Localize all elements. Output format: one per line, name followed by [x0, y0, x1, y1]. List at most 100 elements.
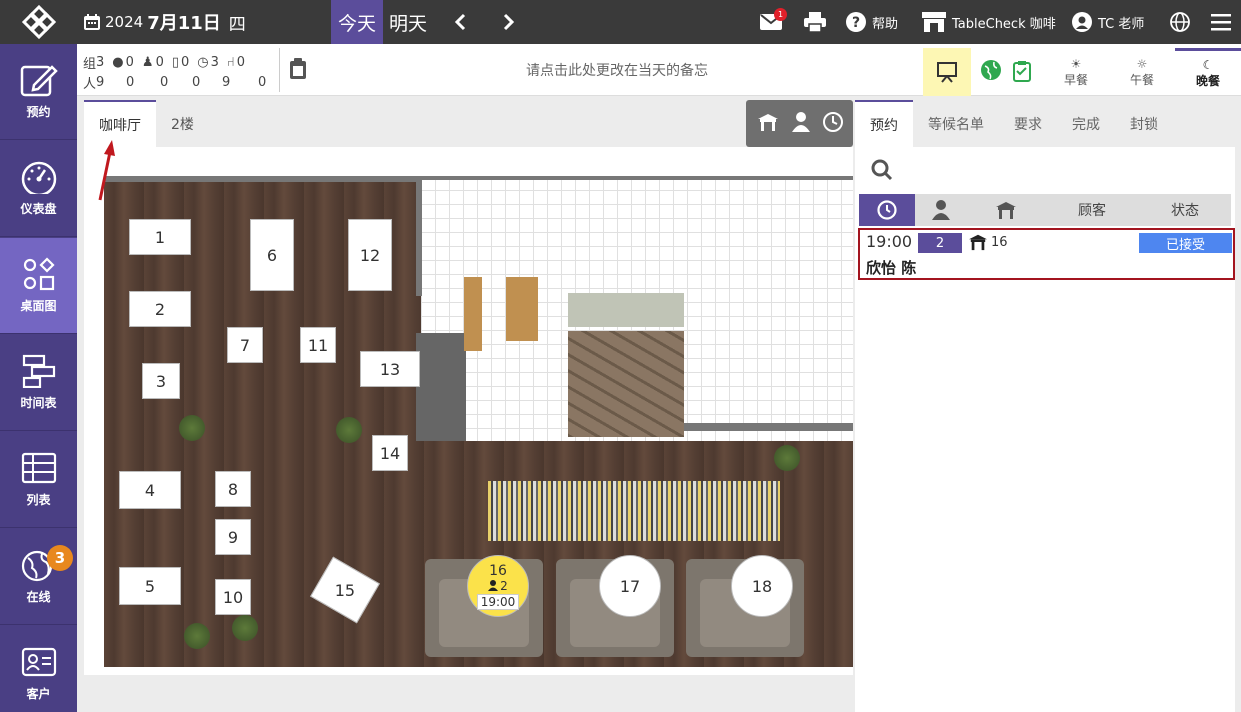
presentation-mode-button[interactable] — [923, 48, 971, 96]
table-number: 8 — [227, 479, 239, 499]
date-month-day: 7月11日 — [147, 13, 221, 34]
wall — [421, 176, 853, 180]
table-icon — [757, 113, 778, 131]
table-guest-count: 2 — [488, 579, 508, 593]
tab-floor-cafe[interactable]: 咖啡厅 — [84, 100, 156, 147]
store-selector[interactable]: TableCheck 咖啡 — [922, 0, 1056, 44]
table-8[interactable]: 8 — [215, 471, 251, 507]
app-logo[interactable] — [0, 0, 77, 44]
table-3[interactable]: 3 — [142, 363, 180, 399]
sidebar-item-customers[interactable]: 客户 — [0, 626, 77, 712]
time-view-button[interactable] — [822, 111, 843, 136]
tab-completed[interactable]: 完成 — [1057, 100, 1115, 147]
table-9[interactable]: 9 — [215, 519, 251, 555]
striped-rug — [488, 481, 780, 541]
sidebar-item-list[interactable]: 列表 — [0, 432, 77, 528]
table-1[interactable]: 1 — [129, 219, 191, 255]
help-button[interactable]: ? 帮助 — [846, 0, 898, 44]
counter — [464, 277, 482, 351]
checklist-button[interactable] — [1013, 60, 1031, 86]
user-menu[interactable]: TC 老师 — [1072, 0, 1144, 44]
moon-icon: ☾ — [1202, 58, 1214, 72]
tomorrow-button[interactable]: 明天 — [386, 0, 430, 44]
sort-by-status[interactable]: 状态 — [1139, 194, 1231, 226]
sunrise-icon: ☀ — [1070, 56, 1082, 71]
table-17[interactable]: 17 — [599, 555, 661, 617]
guest-view-button[interactable] — [791, 111, 810, 136]
meal-lunch[interactable]: ☼ 午餐 — [1109, 48, 1175, 96]
reservation-time: 19:00 — [866, 232, 913, 251]
next-day-button[interactable] — [494, 0, 524, 44]
wall — [104, 176, 416, 182]
prev-day-button[interactable] — [445, 0, 475, 44]
person-icon — [488, 580, 499, 591]
stats-bar: 组 3 ● 0 ♟ 0 ▯ 0 ◷ 3 ⑁ 0 人 9 0 0 0 9 0 请点击此处更改… — [77, 44, 1241, 96]
sort-by-table[interactable] — [967, 194, 1045, 226]
day-memo-field[interactable]: 请点击此处更改在当天的备忘 — [317, 44, 917, 96]
today-button[interactable]: 今天 — [331, 0, 383, 44]
printer-icon — [804, 12, 826, 32]
table-14[interactable]: 14 — [372, 435, 408, 471]
hamburger-menu-button[interactable] — [1211, 0, 1231, 44]
user-circle-icon — [1072, 12, 1092, 32]
stat-waitlist-groups: ▯ 0 — [171, 54, 190, 70]
table-12[interactable]: 12 — [348, 219, 392, 291]
plant — [232, 615, 258, 641]
table-13[interactable]: 13 — [360, 351, 420, 387]
table-11[interactable]: 11 — [300, 327, 336, 363]
clock-icon — [822, 111, 843, 132]
plant — [184, 623, 210, 649]
mail-button[interactable]: 1 — [760, 0, 787, 44]
reservation-customer-name: 欣怡 陈 — [866, 259, 917, 277]
meal-label: 早餐 — [1063, 72, 1088, 87]
table-5[interactable]: 5 — [119, 567, 181, 605]
meal-dinner[interactable]: ☾ 晚餐 — [1175, 48, 1241, 96]
sidebar-item-timeline[interactable]: 时间表 — [0, 335, 77, 431]
table-number: 7 — [239, 335, 251, 355]
sidebar-item-dashboard[interactable]: 仪表盘 — [0, 141, 77, 237]
table-number: 3 — [155, 371, 167, 391]
tab-reservations[interactable]: 预约 — [855, 100, 913, 147]
clipboard-check-icon — [1013, 61, 1031, 82]
sort-by-customer[interactable]: 顾客 — [1045, 194, 1139, 226]
clock-icon — [877, 200, 897, 220]
online-badge: 3 — [47, 545, 73, 571]
table-2[interactable]: 2 — [129, 291, 191, 327]
stat-online-people: 0 — [126, 74, 135, 90]
reservation-search[interactable] — [859, 147, 1231, 193]
print-button[interactable] — [804, 0, 826, 44]
language-button[interactable] — [1170, 0, 1190, 44]
shapes-icon — [23, 257, 55, 291]
tab-blocked[interactable]: 封锁 — [1115, 100, 1173, 147]
table-10[interactable]: 10 — [215, 579, 251, 615]
sidebar-item-online[interactable]: 3 在线 — [0, 529, 77, 625]
table-number: 17 — [619, 576, 641, 596]
reservation-row[interactable]: 19:00 2 16 已接受 欣怡 陈 — [858, 228, 1235, 280]
table-4[interactable]: 4 — [119, 471, 181, 509]
search-icon — [871, 159, 893, 181]
tab-requests[interactable]: 要求 — [999, 100, 1057, 147]
kitchen-wall — [416, 333, 466, 441]
table-6[interactable]: 6 — [250, 219, 294, 291]
meal-breakfast[interactable]: ☀ 早餐 — [1043, 48, 1109, 96]
table-view-button[interactable] — [757, 112, 779, 136]
sort-by-party-size[interactable] — [915, 194, 967, 226]
online-booking-toggle[interactable] — [981, 60, 1001, 84]
app-root: 2024 7月11日 四 今天 明天 1 ? 帮助 TableCheck 咖啡 — [0, 0, 1241, 712]
date-picker[interactable]: 2024 7月11日 四 — [83, 0, 246, 44]
table-7[interactable]: 7 — [227, 327, 263, 363]
table-number: 11 — [307, 335, 329, 355]
globe-icon — [1170, 12, 1190, 32]
sort-by-time[interactable] — [859, 194, 915, 226]
table-number: 18 — [751, 576, 773, 596]
table-number: 10 — [222, 587, 244, 607]
clipboard-icon: ▯ — [171, 54, 180, 70]
sidebar-item-reservation[interactable]: 预约 — [0, 44, 77, 140]
tab-waitlist[interactable]: 等候名单 — [913, 100, 999, 147]
table-16[interactable]: 16 2 19:00 — [467, 555, 529, 617]
tab-floor-2f[interactable]: 2楼 — [156, 100, 209, 147]
table-18[interactable]: 18 — [731, 555, 793, 617]
sidebar-item-floorplan[interactable]: 桌面图 — [0, 238, 77, 334]
table-icon — [996, 202, 1016, 219]
reservation-status-badge[interactable]: 已接受 — [1139, 233, 1232, 253]
